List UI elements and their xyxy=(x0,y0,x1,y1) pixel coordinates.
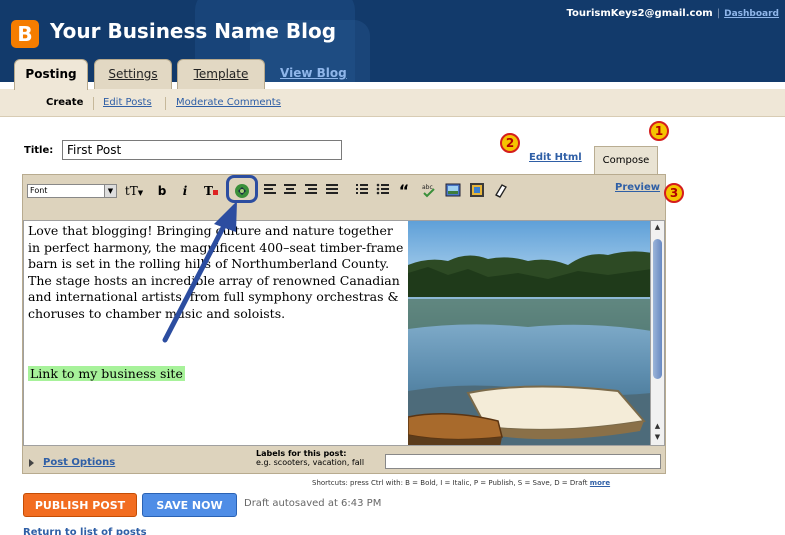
tab-template-label: Template xyxy=(193,67,249,81)
tab-settings[interactable]: Settings xyxy=(94,59,172,89)
numbered-list-button[interactable] xyxy=(355,182,369,200)
sub-navigation: Create Edit Posts Moderate Comments xyxy=(0,89,785,117)
tab-edit-html[interactable]: Edit Html xyxy=(529,152,582,163)
scroll-up-icon[interactable]: ▲ xyxy=(653,223,662,232)
post-body-editor[interactable]: Love that blogging! Bringing culture and… xyxy=(23,220,651,446)
save-now-button[interactable]: SAVE NOW xyxy=(142,493,237,517)
scrollbar-thumb[interactable] xyxy=(653,239,662,379)
editor-scrollbar[interactable]: ▲ ▲ ▼ xyxy=(651,220,665,446)
text-color-button[interactable]: T xyxy=(203,182,219,200)
blockquote-button[interactable]: “ xyxy=(397,182,411,200)
scroll-down-icon[interactable]: ▼ xyxy=(653,433,662,442)
add-image-icon xyxy=(445,183,461,197)
add-video-button[interactable] xyxy=(469,182,485,200)
font-select-value: Font xyxy=(30,186,48,195)
align-left-icon xyxy=(264,184,276,194)
italic-button[interactable]: i xyxy=(179,182,191,200)
align-left-button[interactable] xyxy=(263,182,277,200)
align-right-button[interactable] xyxy=(304,182,318,200)
divider xyxy=(165,97,166,110)
tab-view-blog[interactable]: View Blog xyxy=(280,66,347,80)
formatting-toolbar: Font ▼ tT▼ b i T “ abc Preview xyxy=(23,175,665,205)
blog-title: Your Business Name Blog xyxy=(50,19,337,43)
add-image-button[interactable] xyxy=(445,182,461,200)
blogger-post-editor: B Your Business Name Blog TourismKeys2@g… xyxy=(0,0,785,535)
blockquote-icon: “ xyxy=(398,181,410,200)
bold-button[interactable]: b xyxy=(155,182,169,200)
font-select[interactable]: Font ▼ xyxy=(27,184,117,198)
dashboard-link[interactable]: Dashboard xyxy=(724,9,779,19)
autosave-status: Draft autosaved at 6:43 PM xyxy=(244,498,382,509)
tab-settings-label: Settings xyxy=(108,67,158,81)
user-email: TourismKeys2@gmail.com xyxy=(566,8,713,19)
color-swatch xyxy=(212,190,218,195)
align-center-button[interactable] xyxy=(283,182,297,200)
shortcuts-hint: Shortcuts: press Ctrl with: B = Bold, I … xyxy=(312,479,610,487)
remove-formatting-button[interactable] xyxy=(493,182,509,200)
bullet-list-button[interactable] xyxy=(376,182,390,200)
tab-template[interactable]: Template xyxy=(177,59,265,89)
chevron-down-icon: ▼ xyxy=(104,185,116,197)
text-color-icon: T xyxy=(204,184,213,198)
lake-photo-image xyxy=(408,221,650,445)
chevron-down-icon: ▼ xyxy=(137,189,144,197)
bullet-list-icon xyxy=(376,183,389,195)
post-editor: Font ▼ tT▼ b i T “ abc Preview Love that… xyxy=(22,174,666,474)
tab-compose[interactable]: Compose xyxy=(594,146,658,174)
publish-post-button[interactable]: PUBLISH POST xyxy=(23,493,137,517)
align-right-icon xyxy=(305,184,317,194)
font-size-button[interactable]: tT▼ xyxy=(121,182,147,200)
callout-badge-2: 2 xyxy=(500,133,520,153)
labels-hint: e.g. scooters, vacation, fall xyxy=(256,458,365,467)
post-body-link[interactable]: Link to my business site xyxy=(28,366,185,381)
callout-badge-3: 3 xyxy=(664,183,684,203)
numbered-list-icon xyxy=(356,184,368,194)
title-label: Title: xyxy=(24,145,54,156)
remove-formatting-icon xyxy=(495,184,507,198)
post-body-text: Love that blogging! Bringing culture and… xyxy=(28,223,404,321)
subnav-create[interactable]: Create xyxy=(46,97,83,108)
spell-check-icon: abc xyxy=(422,184,435,198)
scroll-up-icon[interactable]: ▲ xyxy=(653,422,662,431)
post-options-link[interactable]: Post Options xyxy=(43,457,115,468)
subnav-moderate-comments[interactable]: Moderate Comments xyxy=(176,97,281,108)
justify-icon xyxy=(326,184,338,194)
align-center-icon xyxy=(284,184,296,194)
title-input[interactable]: First Post xyxy=(62,140,342,160)
blogger-logo-icon: B xyxy=(11,20,39,48)
divider xyxy=(93,97,94,110)
expand-triangle-icon[interactable] xyxy=(29,459,34,467)
subnav-edit-posts[interactable]: Edit Posts xyxy=(103,97,152,108)
annotation-highlight-box xyxy=(226,175,258,203)
preview-link[interactable]: Preview xyxy=(615,182,660,193)
callout-badge-1: 1 xyxy=(649,121,669,141)
add-video-icon xyxy=(470,183,484,197)
font-size-icon: tT xyxy=(124,184,138,198)
shortcuts-more-link[interactable]: more xyxy=(590,479,610,487)
return-to-posts-link[interactable]: Return to list of posts xyxy=(23,527,147,535)
editor-footer: Post Options Labels for this post: e.g. … xyxy=(23,447,665,473)
svg-text:abc: abc xyxy=(422,184,433,191)
tab-posting[interactable]: Posting xyxy=(14,59,88,90)
spell-check-button[interactable]: abc xyxy=(421,182,437,200)
labels-title: Labels for this post: xyxy=(256,449,347,458)
user-area: TourismKeys2@gmail.com | Dashboard xyxy=(567,8,779,19)
justify-button[interactable] xyxy=(325,182,339,200)
shortcuts-text: Shortcuts: press Ctrl with: B = Bold, I … xyxy=(312,479,588,487)
labels-input[interactable] xyxy=(385,454,661,469)
separator: | xyxy=(716,8,721,19)
